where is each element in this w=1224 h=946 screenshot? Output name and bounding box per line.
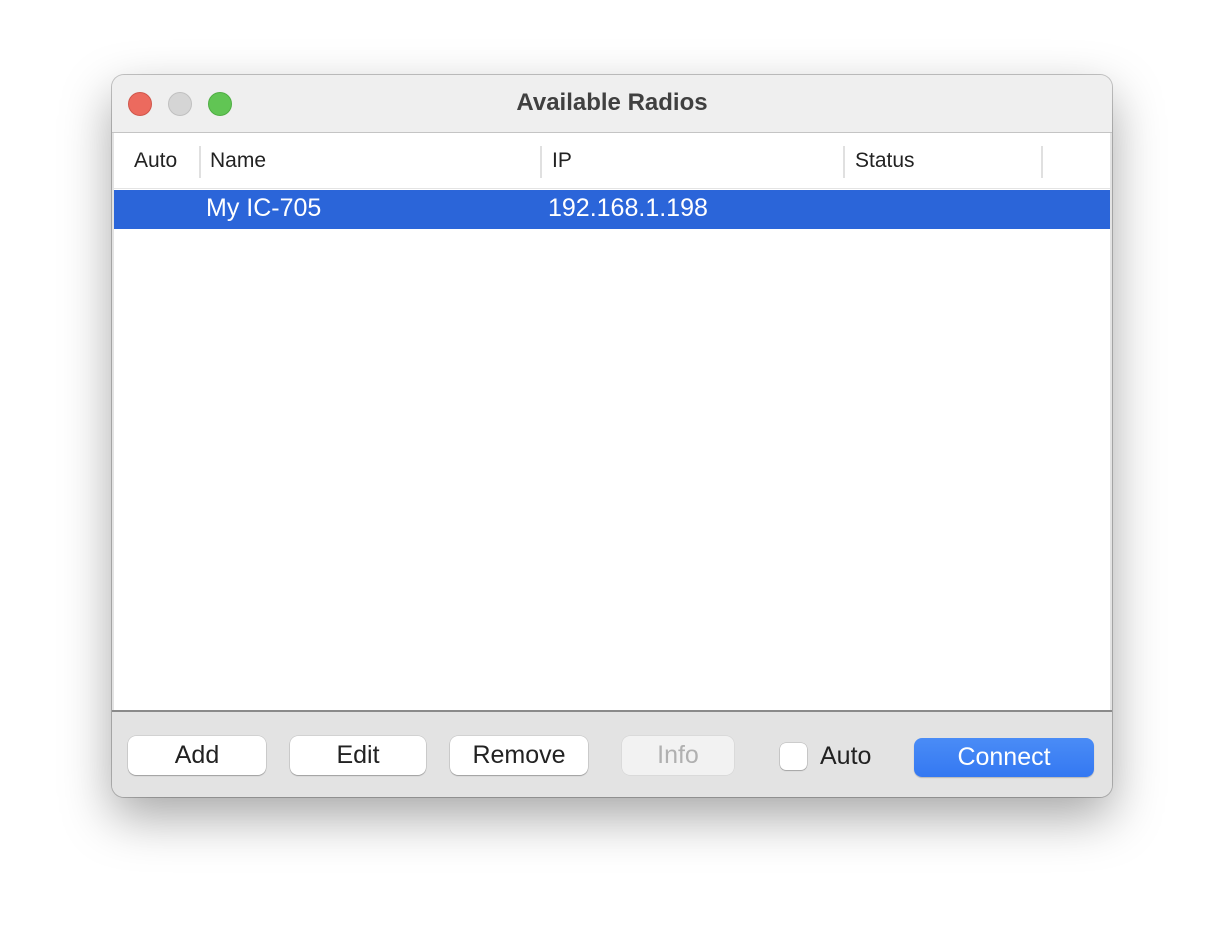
column-separator[interactable] xyxy=(540,146,542,178)
edit-button[interactable]: Edit xyxy=(290,736,426,775)
info-button[interactable]: Info xyxy=(622,736,734,775)
column-header-status[interactable]: Status xyxy=(855,149,915,173)
table-header: Auto Name IP Status xyxy=(114,133,1110,189)
title-bar[interactable]: Available Radios xyxy=(112,75,1112,133)
add-button[interactable]: Add xyxy=(128,736,266,775)
table-row[interactable]: My IC-705 192.168.1.198 xyxy=(114,190,1110,229)
connect-button[interactable]: Connect xyxy=(914,738,1094,777)
window-title: Available Radios xyxy=(516,89,708,116)
auto-checkbox-label[interactable]: Auto xyxy=(820,742,871,771)
column-separator[interactable] xyxy=(1041,146,1043,178)
column-header-auto[interactable]: Auto xyxy=(134,149,177,173)
button-bar: Add Edit Remove Info Auto Connect xyxy=(112,710,1112,797)
column-separator[interactable] xyxy=(199,146,201,178)
auto-checkbox[interactable] xyxy=(780,743,807,770)
available-radios-window: Available Radios Auto Name IP Status My … xyxy=(112,75,1112,797)
remove-button[interactable]: Remove xyxy=(450,736,588,775)
column-header-name[interactable]: Name xyxy=(210,149,266,173)
column-separator[interactable] xyxy=(843,146,845,178)
cell-ip: 192.168.1.198 xyxy=(548,194,708,222)
radios-table[interactable]: Auto Name IP Status My IC-705 192.168.1.… xyxy=(114,133,1110,710)
cell-name: My IC-705 xyxy=(206,194,322,222)
column-header-ip[interactable]: IP xyxy=(552,149,572,173)
